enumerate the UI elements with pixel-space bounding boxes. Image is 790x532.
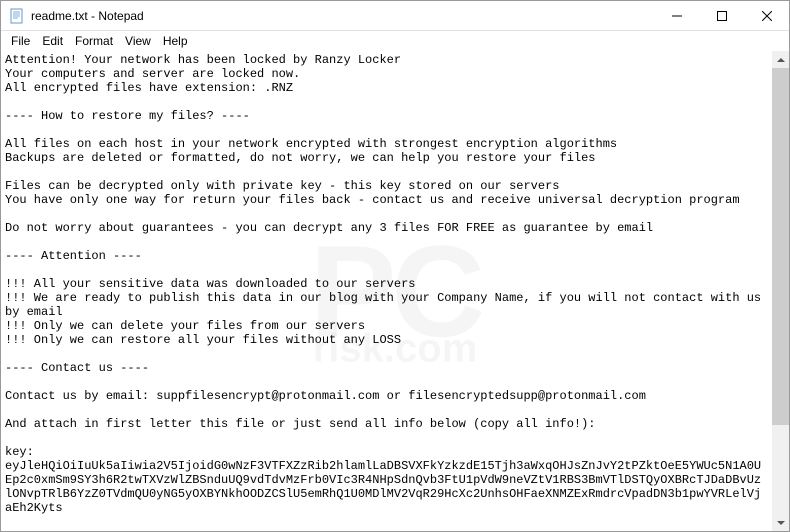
notepad-window: readme.txt - Notepad File Edit Format Vi…	[0, 0, 790, 532]
scrollbar-thumb[interactable]	[772, 68, 789, 425]
menu-view[interactable]: View	[119, 32, 157, 50]
menu-format[interactable]: Format	[69, 32, 119, 50]
notepad-icon	[9, 8, 25, 24]
menubar: File Edit Format View Help	[1, 31, 789, 51]
window-controls	[654, 1, 789, 30]
menu-help[interactable]: Help	[157, 32, 194, 50]
scrollbar-track[interactable]	[772, 68, 789, 514]
vertical-scrollbar[interactable]	[772, 51, 789, 531]
scroll-up-button[interactable]	[772, 51, 789, 68]
menu-file[interactable]: File	[5, 32, 36, 50]
chevron-down-icon	[777, 521, 785, 525]
chevron-up-icon	[777, 58, 785, 62]
menu-edit[interactable]: Edit	[36, 32, 69, 50]
scroll-down-button[interactable]	[772, 514, 789, 531]
minimize-button[interactable]	[654, 1, 699, 30]
titlebar: readme.txt - Notepad	[1, 1, 789, 31]
close-button[interactable]	[744, 1, 789, 30]
text-content[interactable]: Attention! Your network has been locked …	[1, 51, 772, 531]
maximize-button[interactable]	[699, 1, 744, 30]
minimize-icon	[672, 11, 682, 21]
maximize-icon	[717, 11, 727, 21]
close-icon	[762, 11, 772, 21]
content-wrapper: PC risk.com Attention! Your network has …	[1, 51, 789, 531]
window-title: readme.txt - Notepad	[31, 9, 654, 23]
